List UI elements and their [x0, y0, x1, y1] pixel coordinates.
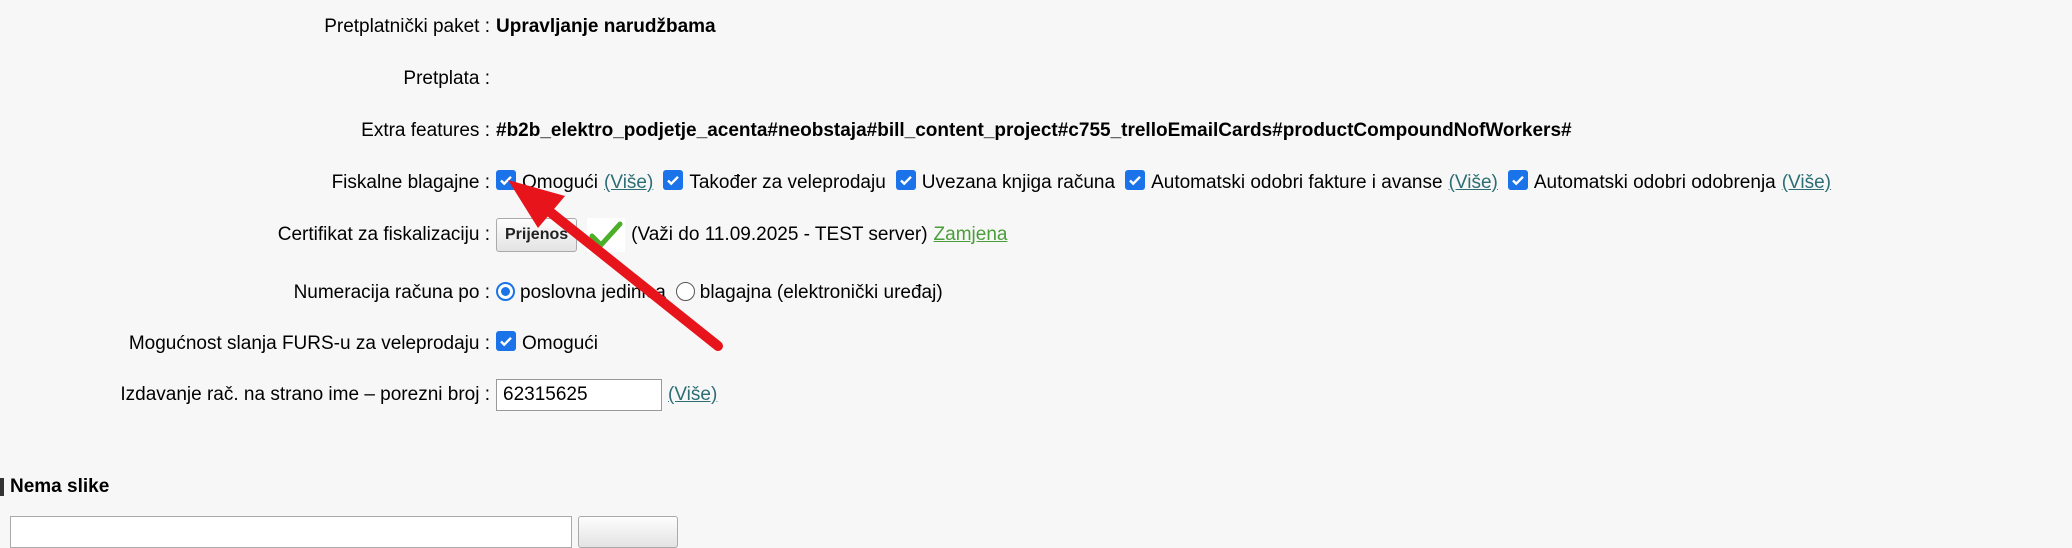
certificate-label: Certifikat za fiskalizaciju :	[277, 224, 490, 245]
image-file-input[interactable]	[10, 516, 572, 548]
checkbox-enable-label: Omogući	[522, 172, 599, 193]
numbering-option-unit: poslovna jedinica	[496, 281, 666, 304]
checkbox-furs-enable[interactable]	[496, 331, 516, 351]
checkbox-enable[interactable]	[496, 170, 516, 190]
radio-business-unit-label: poslovna jedinica	[520, 282, 666, 303]
fiscal-option-auto-invoices: Automatski odobri fakture i avanse (Više…	[1125, 170, 1498, 194]
checkbox-auto-invoices-label: Automatski odobri fakture i avanse	[1151, 172, 1443, 193]
radio-business-unit[interactable]	[496, 281, 515, 301]
furs-label: Mogućnost slanja FURS-u za veleprodaju :	[128, 333, 490, 354]
numbering-label: Numeracija računa po :	[293, 282, 490, 303]
no-image-title: Nema slike	[10, 476, 110, 497]
upload-button[interactable]: Prijenos	[496, 218, 578, 252]
radio-register[interactable]	[675, 281, 695, 301]
row-fiscal: Fiskalne blagajne : Omogući (Više) Takođ…	[0, 166, 2072, 200]
foreign-tax-controls: 62315625 (Više)	[496, 379, 717, 411]
fiscal-option-auto-credits: Automatski odobri odobrenja (Više)	[1507, 170, 1831, 194]
radio-register-label: blagajna (elektronički uređaj)	[699, 282, 943, 303]
image-browse-button[interactable]	[578, 516, 678, 548]
more-link-tax[interactable]: (Više)	[668, 384, 717, 406]
section-marker	[0, 478, 4, 496]
row-foreign-tax: Izdavanje rač. na strano ime – porezni b…	[0, 378, 2072, 412]
furs-option-enable: Omogući	[496, 331, 599, 355]
checkbox-bound-book-label: Uvezana knjiga računa	[921, 172, 1116, 193]
checkbox-furs-enable-label: Omogući	[522, 333, 599, 354]
foreign-tax-label: Izdavanje rač. na strano ime – porezni b…	[120, 384, 490, 405]
certificate-controls: Prijenos (Važi do 11.09.2025 - TEST serv…	[496, 218, 1007, 252]
more-link-auto-credits[interactable]: (Više)	[1782, 172, 1831, 194]
row-certificate: Certifikat za fiskalizaciju : Prijenos (…	[0, 218, 2072, 252]
extra-features-value: #b2b_elektro_podjetje_acenta#neobstaja#b…	[496, 120, 1572, 141]
package-label: Pretplatnički paket :	[324, 16, 490, 37]
fiscal-options: Omogući (Više) Također za veleprodaju Uv…	[496, 170, 1841, 194]
row-extra-features: Extra features : #b2b_elektro_podjetje_a…	[0, 114, 2072, 148]
furs-options: Omogući	[496, 331, 608, 355]
package-value: Upravljanje narudžbama	[496, 16, 716, 37]
checkbox-wholesale[interactable]	[663, 170, 684, 190]
row-numbering: Numeracija računa po : poslovna jedinica…	[0, 276, 2072, 310]
checkbox-auto-invoices[interactable]	[1125, 170, 1146, 190]
numbering-option-register: blagajna (elektronički uređaj)	[675, 281, 943, 304]
extra-features-label: Extra features :	[361, 120, 490, 141]
row-package: Pretplatnički paket : Upravljanje narudž…	[0, 10, 2072, 44]
checkbox-auto-credits[interactable]	[1507, 170, 1528, 190]
replace-link[interactable]: Zamjena	[934, 224, 1008, 246]
row-subscription: Pretplata :	[0, 62, 2072, 96]
more-link-auto-invoices[interactable]: (Više)	[1449, 172, 1498, 194]
row-furs: Mogućnost slanja FURS-u za veleprodaju :…	[0, 327, 2072, 361]
fiscal-label: Fiskalne blagajne :	[331, 172, 490, 193]
checkbox-bound-book[interactable]	[895, 170, 916, 190]
green-checkmark-icon	[587, 218, 626, 252]
checkbox-wholesale-label: Također za veleprodaju	[689, 172, 886, 193]
fiscal-option-bound-book: Uvezana knjiga računa	[895, 170, 1116, 194]
subscription-label: Pretplata :	[403, 68, 490, 89]
numbering-options: poslovna jedinica blagajna (elektronički…	[496, 281, 953, 304]
certificate-info: (Važi do 11.09.2025 - TEST server)	[631, 224, 928, 245]
fiscal-option-wholesale: Također za veleprodaju	[663, 170, 886, 194]
tax-number-input[interactable]: 62315625	[496, 379, 662, 411]
more-link-enable[interactable]: (Više)	[604, 172, 653, 194]
fiscal-option-enable: Omogući (Više)	[496, 170, 653, 194]
checkbox-auto-credits-label: Automatski odobri odobrenja	[1533, 172, 1776, 193]
